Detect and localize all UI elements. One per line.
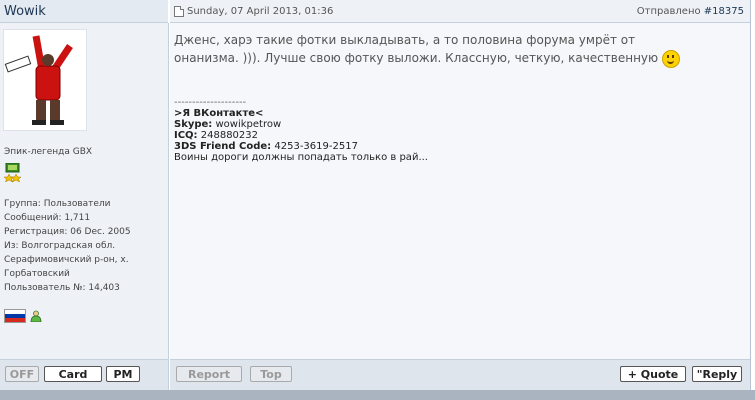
friend-code-label: 3DS Friend Code: bbox=[174, 141, 272, 152]
user-rank: Эпик-легенда GBX bbox=[4, 147, 93, 157]
post-date: Sunday, 07 April 2013, 01:36 bbox=[174, 6, 333, 17]
sent-label: Отправлено bbox=[636, 6, 701, 17]
friend-code-value: 4253-3619-2517 bbox=[274, 141, 358, 152]
user-info: Группа: Пользователи Сообщений: 1,711 Ре… bbox=[4, 197, 164, 295]
info-line: Горбатовский bbox=[4, 269, 70, 279]
signature-separator: -------------------- bbox=[174, 97, 247, 108]
user-flags bbox=[4, 309, 42, 323]
signature-quote: Воины дороги должны попадать только в ра… bbox=[174, 152, 428, 163]
report-button[interactable]: Report bbox=[176, 366, 242, 382]
vk-link[interactable]: >Я ВКонтакте< bbox=[174, 108, 263, 119]
avatar[interactable] bbox=[3, 29, 87, 131]
post-separator-bar bbox=[0, 390, 755, 400]
post-body: Дженс, харэ такие фотки выкладывать, а т… bbox=[170, 23, 750, 359]
skype-label: Skype: bbox=[174, 119, 213, 130]
info-line: Пользователь №: 14,403 bbox=[4, 283, 120, 293]
offline-status-button[interactable]: OFF bbox=[5, 366, 39, 382]
quote-button[interactable]: + Quote bbox=[620, 366, 686, 382]
info-line: Сообщений: 1,711 bbox=[4, 213, 91, 223]
post-number: Отправлено #18375 bbox=[637, 6, 744, 17]
avatar-image bbox=[4, 30, 86, 130]
post-message: Дженс, харэ такие фотки выкладывать, а т… bbox=[174, 31, 694, 68]
profile-actions: OFF Card PM bbox=[0, 359, 169, 391]
russia-flag-icon bbox=[4, 309, 26, 323]
message-text: Дженс, харэ такие фотки выкладывать, а т… bbox=[174, 33, 659, 65]
info-line: Регистрация: 06 Dec. 2005 bbox=[4, 227, 131, 237]
top-button[interactable]: Top bbox=[250, 366, 292, 382]
post-date-text: Sunday, 07 April 2013, 01:36 bbox=[187, 6, 334, 17]
icq-label: ICQ: bbox=[174, 130, 198, 141]
post-meta-header: Sunday, 07 April 2013, 01:36 Отправлено … bbox=[170, 0, 750, 23]
user-online-icon bbox=[30, 310, 42, 322]
icq-value: 248880232 bbox=[200, 130, 259, 141]
card-button[interactable]: Card bbox=[44, 366, 102, 382]
pm-button[interactable]: PM bbox=[106, 366, 140, 382]
skype-value: wowikpetrow bbox=[215, 119, 282, 130]
forum-post: Wowik Sunday, 07 April 2013, 01:36 Отпра… bbox=[0, 0, 751, 391]
document-icon bbox=[174, 6, 184, 17]
author-profile: Эпик-легенда GBX Группа: Пользователи Со… bbox=[0, 23, 169, 359]
post-author-header: Wowik bbox=[0, 0, 168, 23]
info-line: Из: Волгоградская обл. bbox=[4, 241, 116, 251]
post-actions: Report Top + Quote "Reply bbox=[170, 359, 750, 391]
author-name[interactable]: Wowik bbox=[4, 4, 46, 19]
rank-badge-icon bbox=[4, 163, 21, 183]
info-line: Серафимовичский р-он, х. bbox=[4, 255, 129, 265]
post-number-link[interactable]: #18375 bbox=[704, 6, 744, 17]
signature: -------------------- >Я ВКонтакте< Skype… bbox=[174, 97, 428, 163]
info-line: Группа: Пользователи bbox=[4, 199, 111, 209]
reply-button[interactable]: "Reply bbox=[692, 366, 742, 382]
smile-icon bbox=[661, 49, 680, 68]
